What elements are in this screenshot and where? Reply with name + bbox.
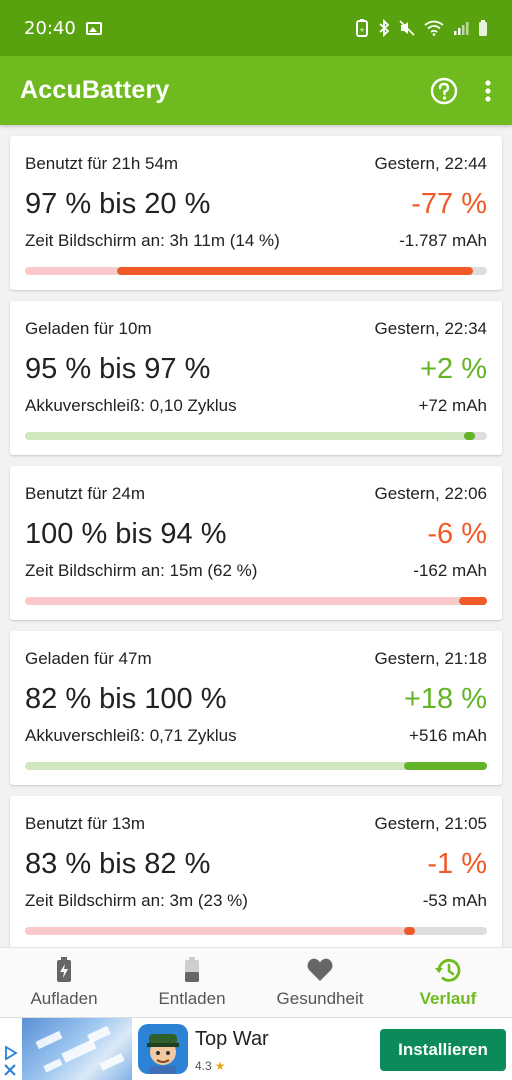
session-range: 95 % bis 97 %: [25, 353, 211, 385]
session-detail: Akkuverschleiß: 0,10 Zyklus: [25, 396, 237, 415]
session-card[interactable]: Benutzt für 13m Gestern, 21:05 83 % bis 8…: [10, 796, 502, 947]
session-mah: -162 mAh: [413, 561, 487, 580]
status-icons: +: [355, 19, 488, 37]
session-bar-fill: [403, 762, 487, 770]
session-bar-base: [25, 762, 404, 770]
bluetooth-icon: [379, 19, 390, 37]
signal-icon: [454, 22, 469, 35]
nav-label: Entladen: [158, 989, 226, 1008]
session-duration: Geladen für 47m: [25, 649, 152, 668]
session-detail: Zeit Bildschirm an: 3m (23 %): [25, 891, 248, 910]
session-delta: -6 %: [427, 518, 487, 550]
ad-banner[interactable]: Top War 4.3 ★ Installieren: [0, 1017, 512, 1080]
session-list[interactable]: Benutzt für 21h 54m Gestern, 22:44 97 % b…: [0, 125, 512, 947]
ad-choices-icon[interactable]: [2, 1045, 20, 1079]
install-button[interactable]: Installieren: [380, 1029, 506, 1071]
session-range: 97 % bis 20 %: [25, 188, 211, 220]
session-bar-fill: [117, 267, 474, 275]
session-bar-fill: [459, 597, 487, 605]
session-mah: +72 mAh: [418, 396, 487, 415]
session-duration: Benutzt für 13m: [25, 814, 146, 833]
session-time: Gestern, 21:05: [374, 814, 487, 833]
session-range: 83 % bis 82 %: [25, 848, 211, 880]
session-delta: -1 %: [427, 848, 487, 880]
session-bar: [25, 267, 487, 275]
star-icon: ★: [214, 1059, 226, 1073]
battery-charging-icon: [57, 957, 71, 982]
session-mah: +516 mAh: [409, 726, 487, 745]
battery-discharging-icon: [185, 957, 199, 982]
session-mah: -1.787 mAh: [399, 231, 487, 250]
session-duration: Benutzt für 21h 54m: [25, 154, 179, 173]
help-icon[interactable]: [430, 77, 458, 105]
session-delta: +18 %: [403, 683, 487, 715]
session-bar: [25, 927, 487, 935]
session-detail: Zeit Bildschirm an: 15m (62 %): [25, 561, 258, 580]
nav-label: Aufladen: [30, 989, 98, 1008]
session-bar: [25, 432, 487, 440]
nav-aufladen[interactable]: Aufladen: [0, 948, 128, 1017]
session-card[interactable]: Benutzt für 21h 54m Gestern, 22:44 97 % b…: [10, 136, 502, 290]
mute-icon: [399, 20, 415, 36]
overflow-menu-icon[interactable]: [484, 79, 492, 103]
nav-verlauf[interactable]: Verlauf: [384, 948, 512, 1017]
app-title: AccuBattery: [20, 76, 170, 104]
status-time: 20:40: [24, 17, 76, 39]
nav-label: Gesundheit: [276, 989, 364, 1008]
ad-app-icon[interactable]: [138, 1024, 188, 1074]
wifi-icon: [424, 20, 444, 36]
session-bar-fill: [403, 927, 416, 935]
nav-gesundheit[interactable]: Gesundheit: [256, 948, 384, 1017]
nav-label: Verlauf: [419, 989, 477, 1008]
session-time: Gestern, 21:18: [374, 649, 487, 668]
heart-icon: [307, 958, 333, 981]
session-card[interactable]: Benutzt für 24m Gestern, 22:06 100 % bis …: [10, 466, 502, 620]
app-bar: AccuBattery: [0, 56, 512, 125]
session-card[interactable]: Geladen für 47m Gestern, 21:18 82 % bis 1…: [10, 631, 502, 785]
session-bar-base: [25, 927, 404, 935]
battery-saver-icon: +: [356, 19, 368, 37]
svg-text:+: +: [359, 26, 365, 34]
session-duration: Benutzt für 24m: [25, 484, 146, 503]
session-range: 100 % bis 94 %: [25, 518, 227, 550]
ad-rating-value: 4.3: [195, 1059, 212, 1073]
session-mah: -53 mAh: [422, 891, 487, 910]
session-bar-base: [25, 597, 460, 605]
session-detail: Zeit Bildschirm an: 3h 11m (14 %): [25, 231, 280, 250]
status-bar: 20:40 +: [0, 0, 512, 56]
ad-title[interactable]: Top War: [195, 1028, 269, 1051]
battery-icon: [479, 20, 487, 36]
ad-rating: 4.3 ★: [195, 1059, 225, 1073]
bottom-navigation: Aufladen Entladen Gesundheit Verlauf: [0, 947, 512, 1017]
session-delta: +2 %: [420, 353, 487, 385]
session-bar-base: [25, 432, 464, 440]
session-card[interactable]: Geladen für 10m Gestern, 22:34 95 % bis 9…: [10, 301, 502, 455]
session-bar: [25, 597, 487, 605]
session-bar-fill: [463, 432, 476, 440]
session-time: Gestern, 22:44: [374, 154, 487, 173]
session-time: Gestern, 22:06: [374, 484, 487, 503]
session-bar-base: [25, 267, 118, 275]
session-delta: -77 %: [411, 188, 487, 220]
ad-image[interactable]: [22, 1018, 132, 1080]
session-bar: [25, 762, 487, 770]
session-range: 82 % bis 100 %: [25, 683, 227, 715]
history-icon: [435, 958, 461, 982]
session-detail: Akkuverschleiß: 0,71 Zyklus: [25, 726, 237, 745]
nav-entladen[interactable]: Entladen: [128, 948, 256, 1017]
image-notification-icon: [85, 21, 102, 35]
session-time: Gestern, 22:34: [374, 319, 487, 338]
session-duration: Geladen für 10m: [25, 319, 152, 338]
